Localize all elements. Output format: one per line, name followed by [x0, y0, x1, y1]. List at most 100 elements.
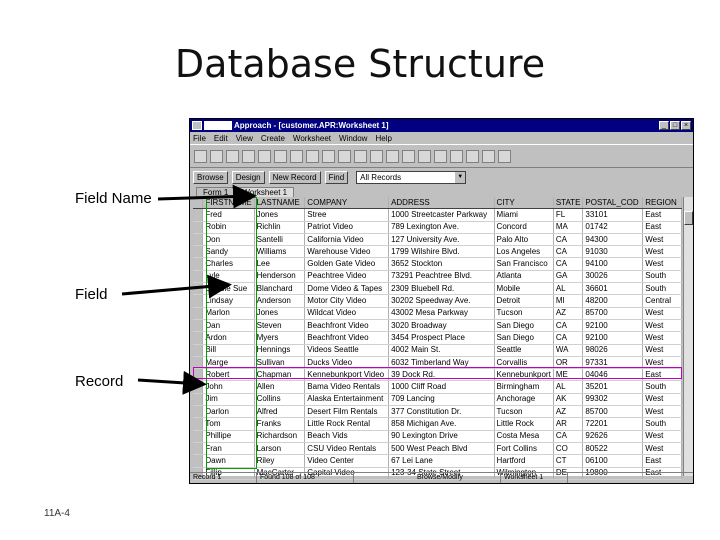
table-cell[interactable]: San Francisco [494, 257, 554, 271]
table-cell[interactable]: West [642, 257, 682, 271]
table-cell[interactable]: 91030 [582, 245, 644, 259]
table-cell[interactable]: OR [553, 356, 584, 370]
close-button[interactable]: × [681, 121, 691, 130]
table-cell[interactable]: Beachfront Video [304, 319, 390, 333]
open-file-icon[interactable] [210, 149, 223, 163]
table-cell[interactable]: East [642, 208, 682, 222]
table-cell[interactable]: 01742 [582, 221, 644, 234]
table-cell[interactable]: Don [202, 233, 255, 247]
row-header[interactable] [193, 319, 204, 333]
table-cell[interactable]: 98026 [582, 344, 644, 357]
table-cell[interactable]: CA [553, 245, 584, 259]
table-row[interactable]: John Allen Bama Video Rentals 1000 Cliff Ro… [193, 380, 682, 394]
table-cell[interactable]: Birmingham [494, 380, 554, 394]
table-cell[interactable]: AZ [553, 307, 584, 320]
table-cell[interactable]: 85700 [582, 307, 644, 320]
table-cell[interactable]: Charles [202, 257, 255, 271]
table-cell[interactable]: Steven [254, 319, 306, 333]
preview-icon[interactable] [258, 149, 271, 163]
table-cell[interactable]: 33101 [582, 208, 644, 222]
table-row[interactable]: Jim Collins Alaska Entertainment 709 Lancin… [193, 393, 682, 407]
table-cell[interactable]: Atlanta [494, 270, 554, 284]
table-cell[interactable]: ME [553, 368, 584, 382]
table-cell[interactable]: Marlon [202, 307, 255, 320]
table-cell[interactable]: Santelli [254, 233, 306, 247]
table-cell[interactable]: Jim [202, 393, 255, 407]
table-cell[interactable]: 789 Lexington Ave. [388, 221, 495, 234]
table-cell[interactable]: CSU Video Rentals [304, 442, 390, 456]
table-cell[interactable]: 4002 Main St. [388, 344, 495, 357]
row-header[interactable] [193, 331, 204, 345]
table-cell[interactable]: MI [553, 294, 584, 308]
table-cell[interactable]: Little Rock Rental [304, 417, 390, 431]
table-cell[interactable]: West [642, 442, 682, 456]
browse-button[interactable]: Browse [193, 170, 228, 184]
table-cell[interactable]: AR [553, 417, 584, 431]
tab-worksheet-1[interactable]: Worksheet 1 [235, 187, 295, 197]
table-row[interactable]: Robert Chapman Kennebunkport Video 39 Dock … [193, 368, 682, 382]
table-cell[interactable]: Hennings [254, 344, 306, 357]
control-menu-icon[interactable] [204, 121, 232, 130]
report-icon[interactable] [482, 149, 495, 163]
prev-record-icon[interactable] [386, 149, 399, 163]
table-cell[interactable]: 04046 [582, 368, 644, 382]
table-cell[interactable]: South [642, 417, 682, 431]
row-header[interactable] [193, 307, 204, 320]
table-cell[interactable]: 377 Constitution Dr. [388, 405, 495, 419]
table-cell[interactable]: Robin [202, 221, 255, 234]
table-cell[interactable]: CT [553, 454, 584, 468]
table-cell[interactable]: Myers [254, 331, 306, 345]
table-cell[interactable]: Jones [254, 208, 306, 222]
table-cell[interactable]: 3020 Broadway [388, 319, 495, 333]
table-cell[interactable]: 99302 [582, 393, 644, 407]
table-cell[interactable]: Jones [254, 307, 306, 320]
column-header[interactable]: LASTNAME [254, 197, 306, 210]
table-cell[interactable]: Larson [254, 442, 306, 456]
table-cell[interactable]: West [642, 356, 682, 370]
table-cell[interactable]: Concord [494, 221, 554, 234]
column-header[interactable]: ADDRESS [388, 197, 495, 210]
table-cell[interactable]: West [642, 344, 682, 357]
table-cell[interactable]: CA [553, 319, 584, 333]
table-cell[interactable]: Alfred [254, 405, 306, 419]
table-cell[interactable]: Videos Seattle [304, 344, 390, 357]
row-header[interactable] [193, 356, 204, 370]
chevron-down-icon[interactable]: ▼ [455, 171, 466, 183]
row-header[interactable] [193, 417, 204, 431]
menu-worksheet[interactable]: Worksheet [293, 134, 331, 143]
records-select[interactable]: All Records ▼ [356, 170, 467, 184]
status-mode[interactable]: Browse/Modify [414, 473, 501, 483]
minimize-button[interactable]: _ [659, 121, 669, 130]
table-cell[interactable]: Bama Video Rentals [304, 380, 390, 394]
column-header[interactable]: REGION [642, 197, 682, 210]
table-cell[interactable]: Riley [254, 454, 306, 468]
undo-icon[interactable] [322, 149, 335, 163]
table-cell[interactable]: Dome Video & Tapes [304, 282, 390, 296]
table-row[interactable]: Phillipe Richardson Beach Vids 90 Lexington… [193, 430, 682, 443]
table-cell[interactable]: 500 West Peach Blvd [388, 442, 495, 456]
table-cell[interactable]: Alaska Entertainment [304, 393, 390, 407]
row-header[interactable] [193, 282, 204, 296]
table-cell[interactable]: Ardon [202, 331, 255, 345]
table-cell[interactable]: Video Center [304, 454, 390, 468]
row-header[interactable] [193, 454, 204, 468]
table-cell[interactable]: Stree [304, 208, 390, 222]
table-cell[interactable]: South [642, 270, 682, 284]
table-cell[interactable]: Richlin [254, 221, 306, 234]
table-row[interactable]: Robin Richlin Patriot Video 789 Lexington A… [193, 221, 682, 234]
table-cell[interactable]: 94100 [582, 257, 644, 271]
table-cell[interactable]: 127 University Ave. [388, 233, 495, 247]
table-cell[interactable]: Central [642, 294, 682, 308]
table-cell[interactable]: South [642, 380, 682, 394]
print-icon[interactable] [242, 149, 255, 163]
table-cell[interactable]: John [202, 380, 255, 394]
row-header[interactable] [193, 344, 204, 357]
table-cell[interactable]: Mobile [494, 282, 554, 296]
row-header[interactable] [193, 393, 204, 407]
table-cell[interactable]: Marge [202, 356, 255, 370]
table-row[interactable]: Charles Lee Golden Gate Video 3652 Stockton… [193, 257, 682, 271]
row-header[interactable] [193, 270, 204, 284]
new-record-icon[interactable] [434, 149, 447, 163]
table-cell[interactable]: 92100 [582, 331, 644, 345]
column-header[interactable]: COMPANY [304, 197, 390, 210]
